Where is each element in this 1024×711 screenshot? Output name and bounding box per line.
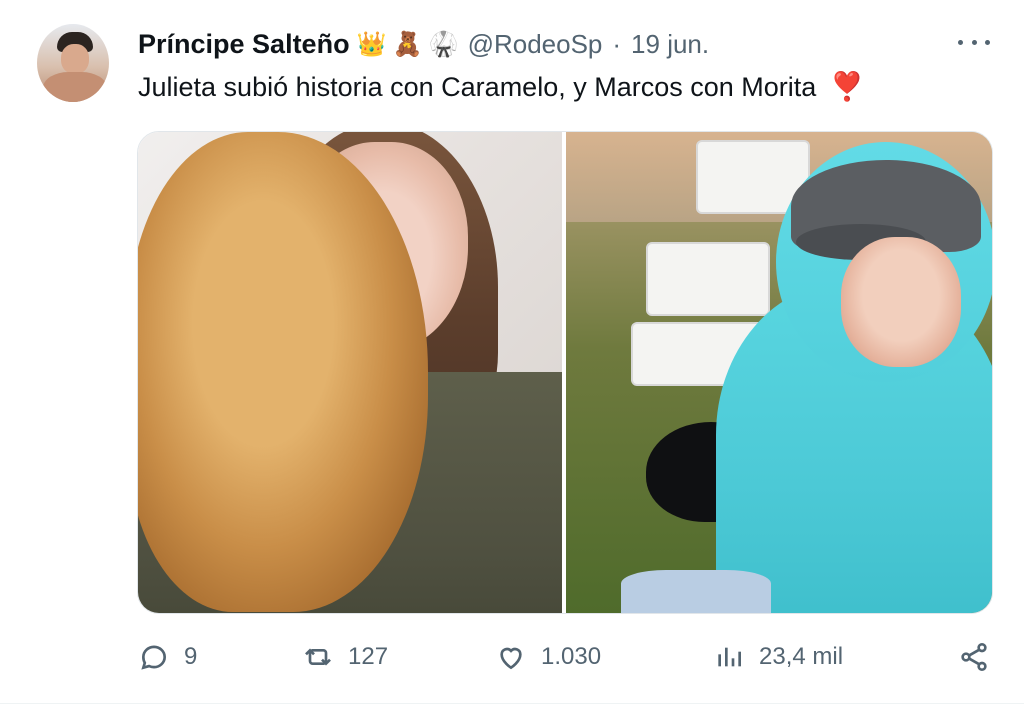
divider <box>0 703 1024 704</box>
teddy-bear-icon: 🧸 <box>392 30 423 58</box>
tweet-text-body: Julieta subió historia con Caramelo, y M… <box>138 72 817 102</box>
reply-count: 9 <box>184 643 198 670</box>
share-button[interactable] <box>958 630 990 684</box>
like-count: 1.030 <box>541 643 602 670</box>
retweet-icon <box>305 648 331 666</box>
more-dot <box>985 39 990 45</box>
heart-exclamation-emoji: ❣️ <box>829 71 865 102</box>
views-button[interactable]: 23,4 mil <box>713 630 843 684</box>
reply-button[interactable]: 9 <box>138 630 197 684</box>
media-photo-right[interactable] <box>566 132 992 613</box>
tweet-header: Príncipe Salteño 👑 🧸 🥋 @RodeoSp · 19 jun… <box>138 26 709 62</box>
heart-icon <box>500 647 522 670</box>
photo-left-dog <box>138 132 428 612</box>
share-icon <box>961 643 987 671</box>
reply-icon <box>141 645 167 670</box>
avatar[interactable] <box>37 24 109 102</box>
views-icon <box>718 647 741 667</box>
more-dot <box>958 39 963 45</box>
media-photo-left[interactable] <box>138 132 562 613</box>
tweet-actions: 9 127 1.030 23,4 mil <box>0 630 1024 684</box>
crown-icon: 👑 <box>356 30 387 58</box>
author-name[interactable]: Príncipe Salteño <box>138 29 350 60</box>
retweet-button[interactable]: 127 <box>302 630 388 684</box>
tweet-text: Julieta subió historia con Caramelo, y M… <box>138 70 865 103</box>
photo-right-jeans <box>621 570 771 613</box>
header-separator: · <box>612 28 622 59</box>
more-dot <box>971 39 977 45</box>
like-button[interactable]: 1.030 <box>495 630 601 684</box>
avatar-body <box>43 72 107 102</box>
karate-uniform-icon: 🥋 <box>428 30 459 58</box>
retweet-count: 127 <box>348 643 389 670</box>
tweet-card[interactable]: Príncipe Salteño 👑 🧸 🥋 @RodeoSp · 19 jun… <box>0 0 1024 711</box>
views-count: 23,4 mil <box>759 643 844 670</box>
chair <box>646 242 770 316</box>
tweet-media[interactable] <box>137 131 993 614</box>
photo-right-face <box>841 237 961 367</box>
author-handle[interactable]: @RodeoSp <box>468 29 603 60</box>
avatar-face <box>61 44 89 74</box>
tweet-date[interactable]: 19 jun. <box>631 29 709 60</box>
more-dots-icon[interactable] <box>958 30 990 54</box>
